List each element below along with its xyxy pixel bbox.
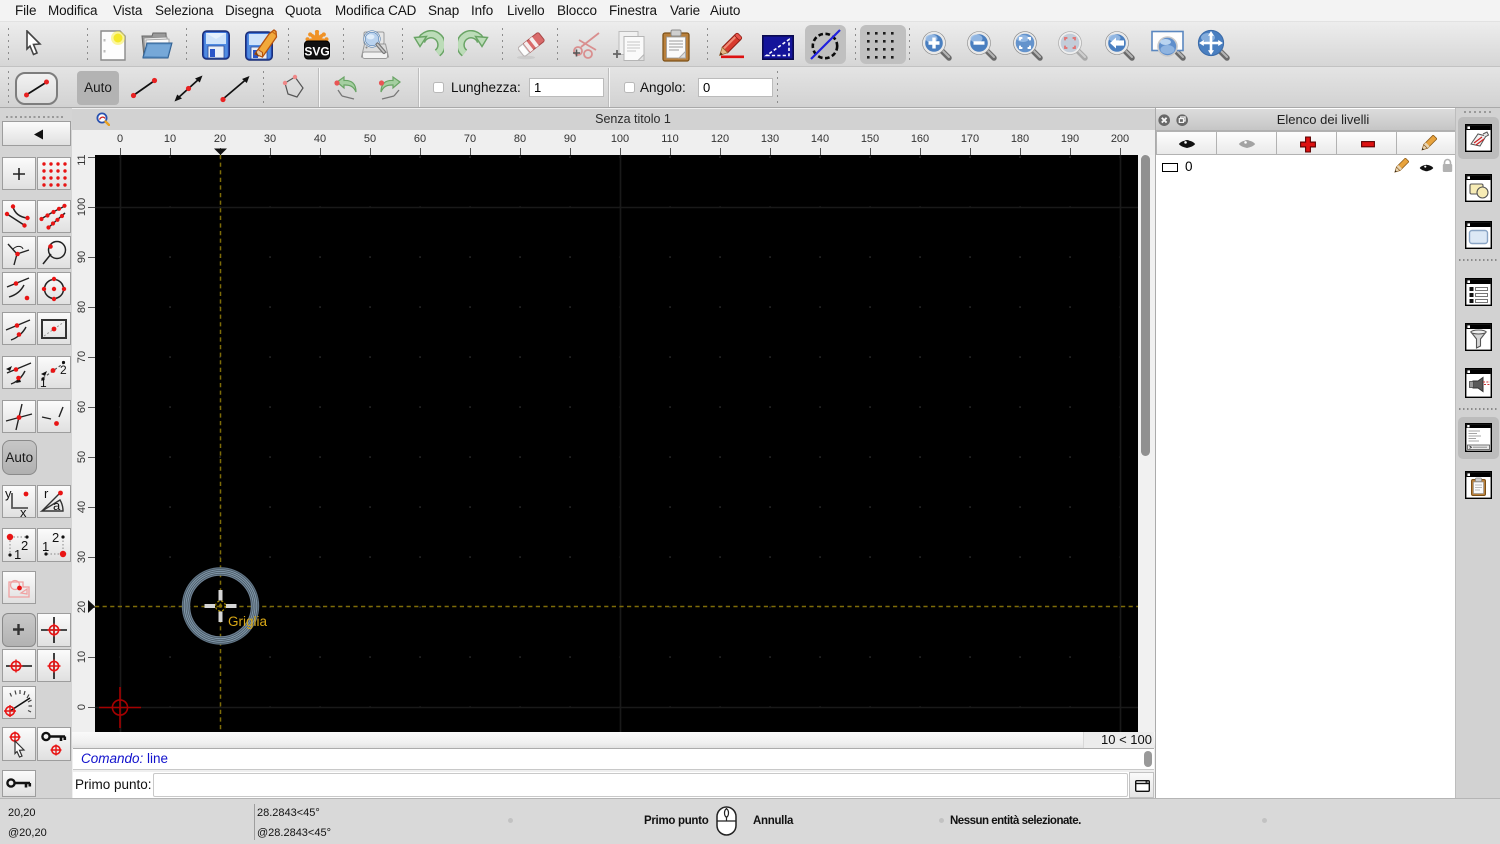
svg-text:1: 1: [14, 547, 21, 561]
svg-text:90: 90: [76, 251, 88, 263]
svg-text:60: 60: [76, 401, 88, 413]
svg-text:2: 2: [21, 538, 28, 553]
svg-text:r: r: [44, 486, 49, 501]
svg-text:0: 0: [76, 704, 88, 710]
svg-text:y: y: [5, 486, 12, 501]
svg-text:2: 2: [52, 530, 59, 545]
svg-text:50: 50: [76, 451, 88, 463]
svg-text:40: 40: [76, 501, 88, 513]
svg-text:1: 1: [42, 539, 49, 554]
svg-text:x: x: [20, 505, 27, 518]
svg-text:80: 80: [76, 301, 88, 313]
svg-text:SVG: SVG: [304, 45, 329, 59]
svg-text:1: 1: [40, 376, 47, 389]
svg-text:100: 100: [76, 198, 88, 216]
svg-text:110: 110: [76, 155, 88, 166]
svg-text:30: 30: [76, 551, 88, 563]
svg-text:2: 2: [60, 363, 67, 377]
svg-text:20: 20: [76, 601, 88, 613]
svg-text:70: 70: [76, 351, 88, 363]
svg-text:10: 10: [76, 651, 88, 663]
svg-text:a: a: [53, 498, 61, 513]
svg-text:Griglia: Griglia: [228, 614, 268, 629]
